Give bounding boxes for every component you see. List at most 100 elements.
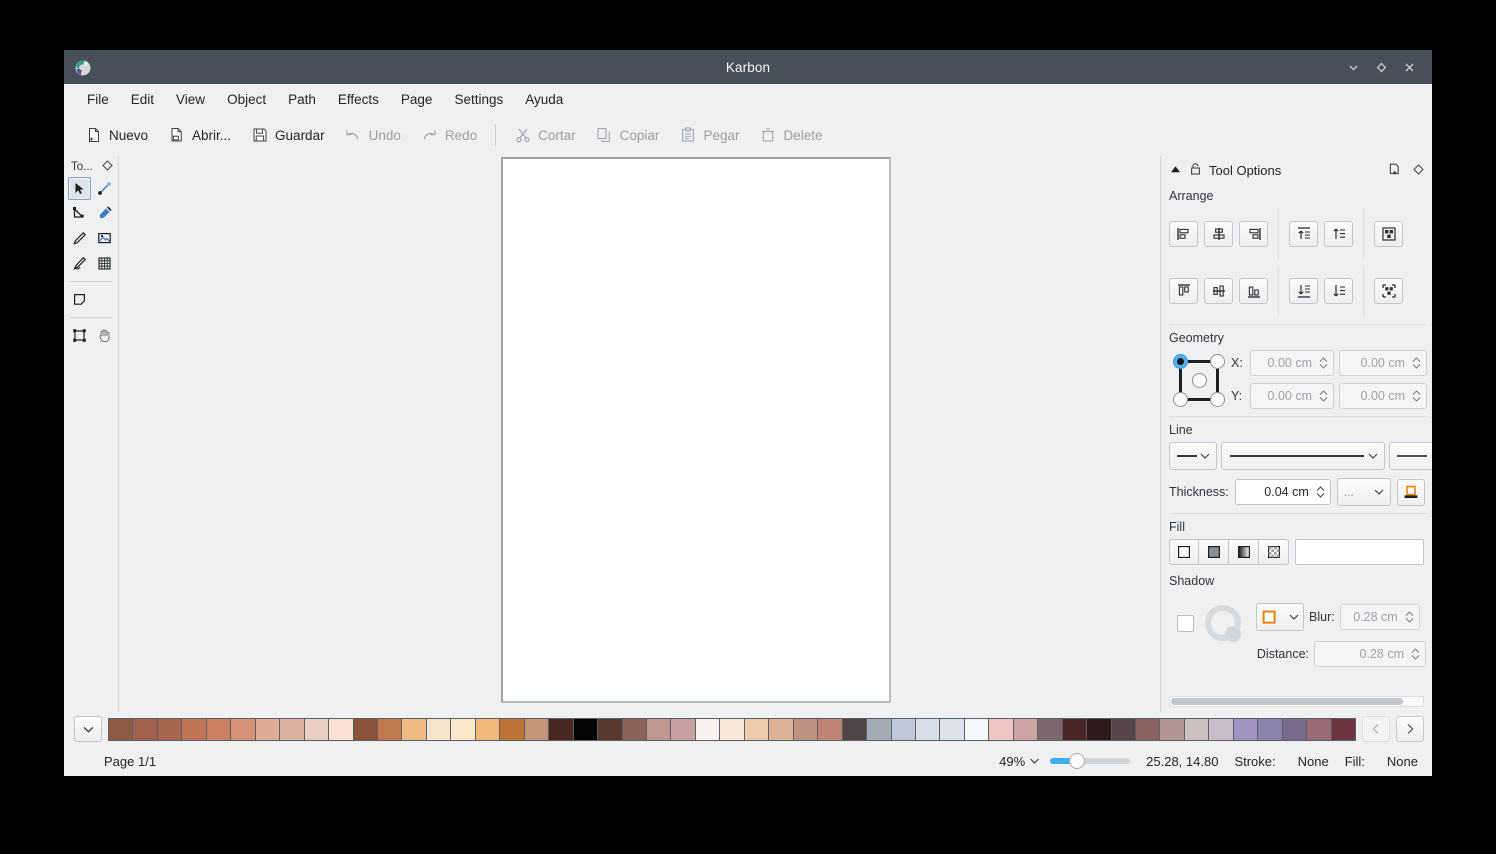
- palette-swatch[interactable]: [1111, 718, 1137, 740]
- fill-pattern-button[interactable]: [1259, 539, 1289, 565]
- open-button[interactable]: Abrir...: [159, 122, 240, 149]
- palette-swatch[interactable]: [377, 718, 403, 740]
- palette-swatch[interactable]: [231, 718, 256, 740]
- shadow-distance-input[interactable]: 0.28 cm: [1314, 641, 1426, 667]
- fill-value[interactable]: None: [1387, 754, 1418, 769]
- lock-padlock-icon[interactable]: [1189, 162, 1202, 179]
- palette-swatch[interactable]: [622, 718, 647, 740]
- thickness-unit-dropdown[interactable]: ...: [1336, 478, 1391, 506]
- align-top-button[interactable]: [1169, 278, 1198, 304]
- menu-page[interactable]: Page: [390, 88, 444, 111]
- raise-to-top-button[interactable]: [1289, 221, 1318, 247]
- menu-file[interactable]: File: [76, 88, 120, 111]
- palette-swatch[interactable]: [891, 718, 916, 740]
- palette-swatch[interactable]: [1282, 718, 1308, 740]
- calligraphy-tool[interactable]: [68, 252, 91, 275]
- fill-gradient-button[interactable]: [1229, 539, 1259, 565]
- transform-tool[interactable]: [68, 324, 91, 347]
- pencil-tool[interactable]: [68, 227, 91, 250]
- ungroup-button[interactable]: [1374, 278, 1403, 304]
- palette-swatch[interactable]: [671, 718, 696, 740]
- palette-swatch[interactable]: [573, 718, 599, 740]
- paste-button[interactable]: Pegar: [670, 122, 748, 149]
- height-spinner-arrows[interactable]: [1411, 388, 1422, 404]
- palette-swatch[interactable]: [1038, 718, 1063, 740]
- palette-swatch[interactable]: [280, 718, 305, 740]
- palette-swatch[interactable]: [720, 718, 745, 740]
- undo-button[interactable]: Undo: [336, 122, 410, 149]
- palette-swatch[interactable]: [915, 718, 941, 740]
- palette-swatch[interactable]: [255, 718, 281, 740]
- group-button[interactable]: [1374, 221, 1403, 247]
- canvas-area[interactable]: [119, 156, 1160, 712]
- palette-swatch[interactable]: [598, 718, 623, 740]
- anchor-top-right[interactable]: [1210, 354, 1225, 369]
- stroke-value[interactable]: None: [1298, 754, 1329, 769]
- maximize-button[interactable]: [1368, 54, 1394, 80]
- x-spinner-arrows[interactable]: [1318, 355, 1329, 371]
- palette-swatch[interactable]: [426, 718, 452, 740]
- palette-next-button[interactable]: [1396, 716, 1424, 742]
- palette-swatch[interactable]: [1209, 718, 1234, 740]
- palette-swatch[interactable]: [695, 718, 721, 740]
- fill-color-preview[interactable]: [1295, 539, 1424, 565]
- shadow-blur-input[interactable]: 0.28 cm: [1339, 604, 1420, 630]
- line-marker-dropdown[interactable]: [1389, 442, 1432, 470]
- align-center-h-button[interactable]: [1204, 221, 1233, 247]
- palette-swatch[interactable]: [744, 718, 770, 740]
- palette-swatch[interactable]: [157, 718, 183, 740]
- collapse-triangle-icon[interactable]: [1169, 163, 1182, 179]
- anchor-point-selector[interactable]: [1173, 354, 1225, 407]
- shadow-enable-checkbox[interactable]: [1177, 615, 1194, 632]
- y-spinner-arrows[interactable]: [1318, 388, 1329, 404]
- line-cap-dropdown[interactable]: [1169, 442, 1217, 470]
- x-position-input[interactable]: 0.00 cm: [1250, 350, 1334, 376]
- palette-swatch[interactable]: [1184, 718, 1210, 740]
- height-input[interactable]: 0.00 cm: [1339, 383, 1427, 409]
- palette-swatch[interactable]: [842, 718, 868, 740]
- lower-button[interactable]: [1324, 278, 1353, 304]
- float-diamond-icon[interactable]: [1413, 163, 1424, 178]
- palette-swatch[interactable]: [989, 718, 1014, 740]
- delete-button[interactable]: Delete: [750, 122, 831, 149]
- image-tool[interactable]: [93, 227, 116, 250]
- cut-button[interactable]: Cortar: [505, 122, 585, 149]
- palette-swatch[interactable]: [1233, 718, 1259, 740]
- anchor-bottom-right[interactable]: [1210, 392, 1225, 407]
- thickness-spinner-arrows[interactable]: [1315, 484, 1326, 500]
- palette-swatch[interactable]: [329, 718, 354, 740]
- palette-swatch[interactable]: [818, 718, 843, 740]
- docker-scrollbar-thumb[interactable]: [1171, 698, 1403, 705]
- select-tool[interactable]: [68, 177, 91, 200]
- palette-swatch[interactable]: [793, 718, 819, 740]
- minimize-button[interactable]: [1340, 54, 1366, 80]
- palette-swatch[interactable]: [304, 718, 330, 740]
- zoom-slider[interactable]: [1050, 752, 1131, 770]
- width-input[interactable]: 0.00 cm: [1339, 350, 1427, 376]
- redo-button[interactable]: Redo: [412, 122, 486, 149]
- palette-swatch[interactable]: [206, 718, 232, 740]
- palette-prev-button[interactable]: [1362, 716, 1390, 742]
- shadow-distance-spinner-arrows[interactable]: [1410, 646, 1421, 662]
- palette-swatch-strip[interactable]: [108, 717, 1356, 741]
- palette-swatch[interactable]: [964, 718, 990, 740]
- gradient-tool[interactable]: [93, 177, 116, 200]
- menu-edit[interactable]: Edit: [120, 88, 165, 111]
- path-edit-tool[interactable]: [68, 202, 91, 225]
- save-button[interactable]: Guardar: [242, 122, 334, 149]
- pattern-tool[interactable]: [93, 252, 116, 275]
- menu-ayuda[interactable]: Ayuda: [514, 88, 574, 111]
- align-right-button[interactable]: [1239, 221, 1268, 247]
- lower-to-bottom-button[interactable]: [1289, 278, 1318, 304]
- shadow-color-dropdown[interactable]: [1256, 603, 1304, 631]
- palette-swatch[interactable]: [133, 718, 158, 740]
- y-position-input[interactable]: 0.00 cm: [1250, 383, 1334, 409]
- menu-view[interactable]: View: [165, 88, 216, 111]
- undock-window-icon[interactable]: [1388, 162, 1402, 179]
- docker-horizontal-scrollbar[interactable]: [1169, 696, 1424, 707]
- palette-swatch[interactable]: [475, 718, 501, 740]
- palette-swatch[interactable]: [451, 718, 476, 740]
- palette-swatch[interactable]: [1258, 718, 1283, 740]
- palette-swatch[interactable]: [1136, 718, 1161, 740]
- anchor-center[interactable]: [1191, 373, 1207, 388]
